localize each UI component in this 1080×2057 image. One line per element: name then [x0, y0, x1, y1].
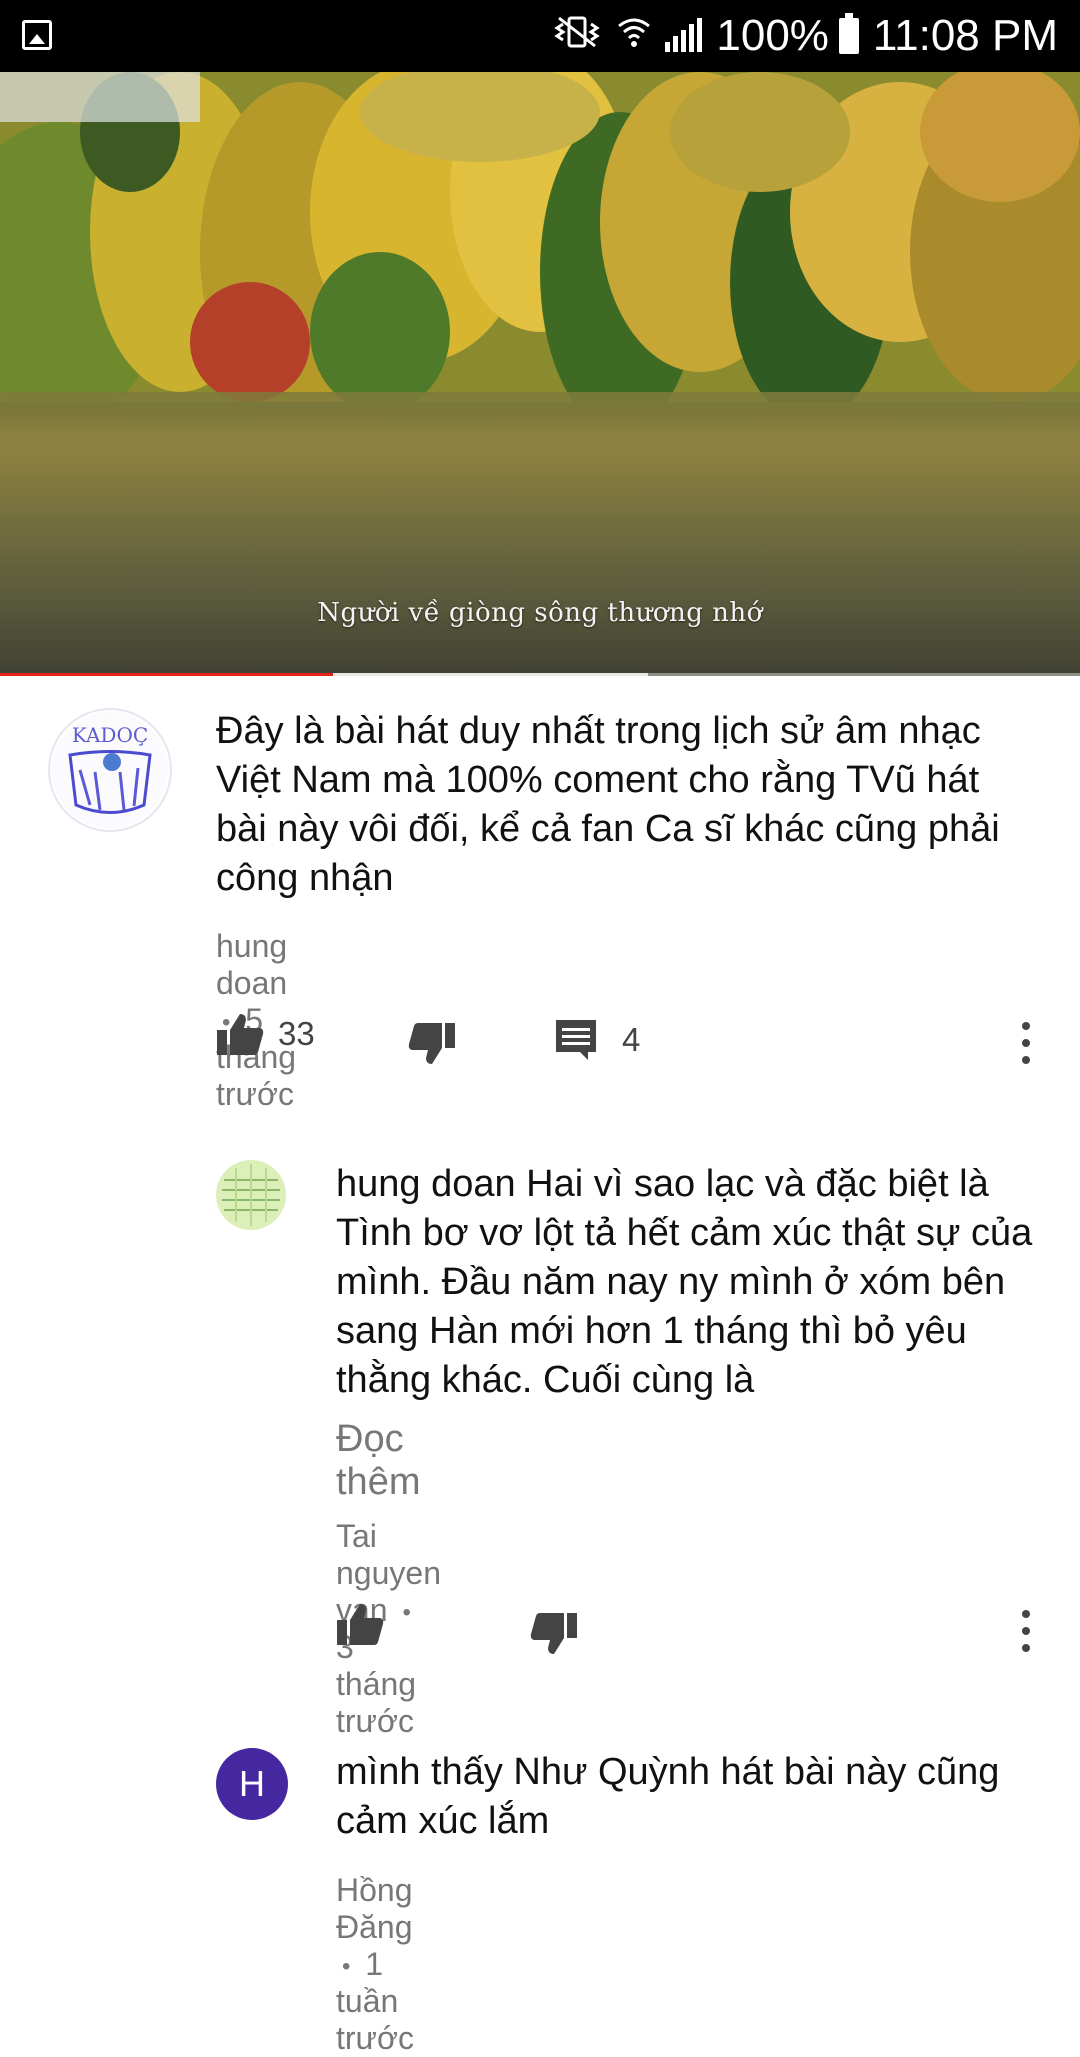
thumb-up-icon	[217, 1014, 264, 1055]
video-played-fill	[0, 673, 333, 676]
comment-reply-icon	[556, 1020, 596, 1060]
avatar[interactable]: KADOÇ	[48, 708, 172, 832]
reply-count: 4	[622, 1021, 641, 1058]
comment-text: hung doan Hai vì sao lạc và đặc biệt là …	[336, 1163, 1033, 1401]
battery-icon	[838, 13, 859, 54]
comment-meta: Hồng Đăng • 1 tuần trước	[336, 1872, 414, 2057]
thumb-up-icon	[337, 1604, 384, 1645]
like-button[interactable]: 33	[216, 1012, 315, 1056]
more-options-icon[interactable]	[1022, 1610, 1032, 1652]
vibrate-mute-icon	[551, 11, 603, 61]
thumb-down-icon	[530, 1613, 577, 1654]
video-frame-forest	[0, 72, 1080, 402]
meta-separator: •	[342, 1952, 351, 1980]
comment-text: Đây là bài hát duy nhất trong lịch sử âm…	[216, 710, 1000, 899]
avatar-letter: H	[239, 1763, 265, 1804]
video-progress-bar[interactable]	[0, 673, 1080, 676]
dislike-button[interactable]	[408, 1022, 456, 1066]
wifi-icon	[617, 11, 651, 61]
status-bar: 100% 11:08 PM	[0, 0, 1080, 72]
comment-author[interactable]: Hồng Đăng	[336, 1872, 413, 1945]
more-options-icon[interactable]	[1022, 1022, 1032, 1064]
read-more-link[interactable]: Đọc thêm	[336, 1418, 420, 1504]
like-button[interactable]	[336, 1602, 384, 1646]
svg-text:KADOÇ: KADOÇ	[72, 723, 148, 747]
comment-text: hung doan Hai vì sao lạc và đặc biệt là …	[336, 1160, 1036, 1405]
video-subtitle: Người về giòng sông thương nhớ	[317, 598, 763, 628]
like-count: 33	[278, 1015, 315, 1052]
comment-author[interactable]: hung doan	[216, 928, 287, 1001]
avatar[interactable]	[216, 1160, 286, 1230]
cell-signal-icon	[665, 18, 703, 52]
dislike-button[interactable]	[530, 1612, 578, 1656]
video-frame-lake	[0, 392, 1080, 676]
gallery-notification-icon	[22, 20, 52, 50]
reply-button[interactable]: 4	[554, 1018, 640, 1062]
avatar[interactable]: H	[216, 1748, 288, 1820]
clock: 11:08 PM	[872, 11, 1058, 60]
thumb-down-icon	[408, 1023, 455, 1064]
battery-percent: 100%	[716, 11, 829, 60]
comment-text: mình thấy Như Quỳnh hát bài này cũng cảm…	[336, 1751, 1000, 1842]
video-player[interactable]: Người về giòng sông thương nhớ	[0, 72, 1080, 676]
meta-separator: •	[402, 1598, 411, 1626]
